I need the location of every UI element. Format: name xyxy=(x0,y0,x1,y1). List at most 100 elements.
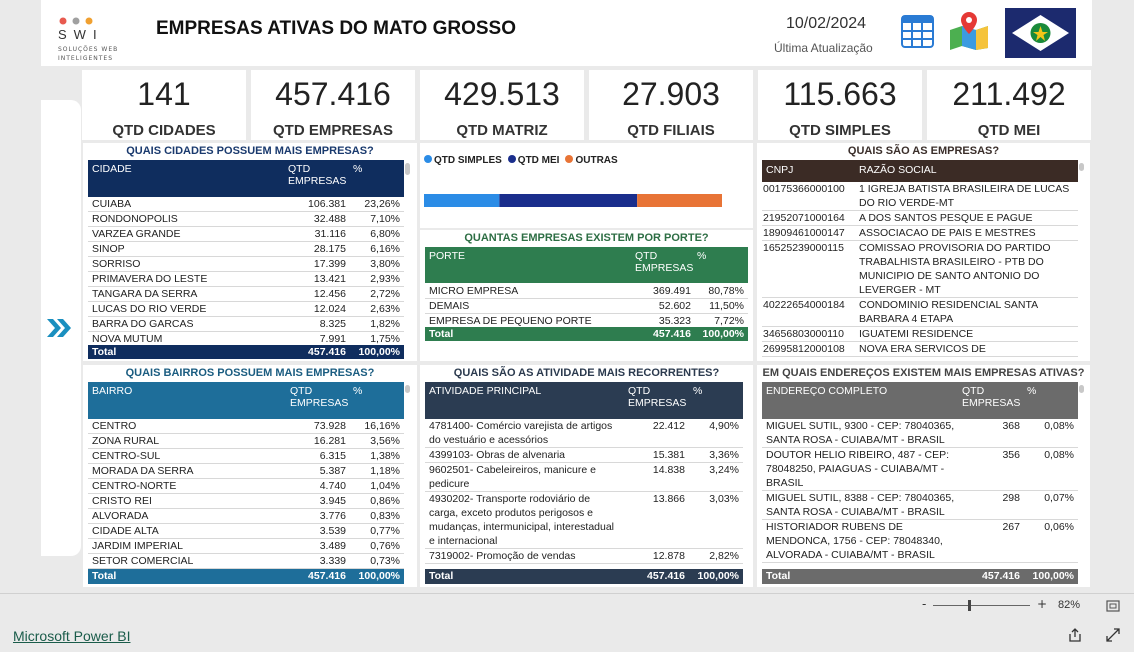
col-header-porte[interactable]: PORTE xyxy=(429,250,465,262)
cell-label: EMPRESA DE PEQUENO PORTE xyxy=(429,315,592,327)
cell-qtd: 3.539 xyxy=(319,525,346,537)
table-row[interactable]: 00175366000100 1 IGREJA BATISTA BRASILEIR… xyxy=(762,182,1078,211)
col-header-percent[interactable]: % xyxy=(1027,385,1036,397)
bar-segment-outras[interactable] xyxy=(637,194,722,207)
table-row[interactable]: SINOP 28.175 6,16% xyxy=(88,242,404,257)
table-row[interactable]: 18909461000147 ASSOCIACAO DE PAIS E MESTR… xyxy=(762,226,1078,241)
cell-label: MIGUEL SUTIL, 9300 - CEP: 78040365, SANT… xyxy=(766,420,955,446)
scrollbar[interactable] xyxy=(405,163,410,175)
legend-dot-icon xyxy=(565,155,574,163)
kpi-card-empresas: 457.416 QTD EMPRESAS xyxy=(251,70,415,140)
table-row[interactable]: LUCAS DO RIO VERDE 12.024 2,63% xyxy=(88,302,404,317)
cidades-table[interactable]: CIDADE QTD EMPRESAS % CUIABA 106.381 23,26… xyxy=(88,160,404,360)
bar-segment-simples[interactable] xyxy=(424,194,500,207)
col-header-atividade[interactable]: ATIVIDADE PRINCIPAL xyxy=(429,385,541,397)
panel-title: QUAIS SÃO AS ATIVIDADE MAIS RECORRENTES? xyxy=(453,367,720,379)
col-header-qtd[interactable]: QTD EMPRESAS xyxy=(962,385,1020,409)
atividades-table[interactable]: ATIVIDADE PRINCIPAL QTD EMPRESAS % 47814… xyxy=(425,382,743,585)
table-icon[interactable] xyxy=(901,15,934,52)
col-header-cnpj[interactable]: CNPJ xyxy=(766,164,793,176)
table-row[interactable]: CRISTO REI 3.945 0,86% xyxy=(88,494,404,509)
table-row[interactable]: 40222654000184 CONDOMINIO RESIDENCIAL SAN… xyxy=(762,298,1078,327)
total-qtd: 457.416 xyxy=(308,346,346,358)
logo-subtitle-2: INTELIGENTES xyxy=(58,55,114,62)
fit-to-page-icon[interactable] xyxy=(1106,600,1120,612)
table-row[interactable]: CUIABA 106.381 23,26% xyxy=(88,197,404,212)
map-icon[interactable] xyxy=(948,10,990,54)
total-qtd: 457.416 xyxy=(647,570,685,582)
table-row[interactable]: RONDONOPOLIS 32.488 7,10% xyxy=(88,212,404,227)
table-row[interactable]: TANGARA DA SERRA 12.456 2,72% xyxy=(88,287,404,302)
zoom-slider-thumb[interactable] xyxy=(968,600,971,611)
zoom-in-button[interactable]: + xyxy=(1037,597,1047,611)
col-header-cidade[interactable]: CIDADE xyxy=(92,163,132,175)
bar-segment-mei[interactable] xyxy=(499,194,638,207)
table-row[interactable]: 21952071000164 A DOS SANTOS PESQUE E PAGU… xyxy=(762,211,1078,226)
table-row[interactable]: CENTRO 73.928 16,16% xyxy=(88,419,404,434)
table-row[interactable]: CIDADE ALTA 3.539 0,77% xyxy=(88,524,404,539)
scrollbar[interactable] xyxy=(405,385,410,393)
table-row[interactable]: 9602501- Cabeleireiros, manicure e pedic… xyxy=(425,463,743,492)
col-header-endereco[interactable]: ENDEREÇO COMPLETO xyxy=(766,385,887,397)
scrollbar[interactable] xyxy=(1079,163,1084,171)
col-header-qtd[interactable]: QTD EMPRESAS xyxy=(635,250,695,274)
table-row[interactable]: VARZEA GRANDE 31.116 6,80% xyxy=(88,227,404,242)
cell-label: 4399103- Obras de alvenaria xyxy=(429,449,566,461)
powerbi-link[interactable]: Microsoft Power BI xyxy=(13,628,130,644)
col-header-qtd[interactable]: QTD EMPRESAS xyxy=(288,163,346,187)
col-header-percent[interactable]: % xyxy=(693,385,702,397)
table-row[interactable]: EMPRESA DE PEQUENO PORTE 35.323 7,72% xyxy=(425,314,748,328)
table-row[interactable]: MIGUEL SUTIL, 9300 - CEP: 78040365, SANT… xyxy=(762,419,1078,448)
share-icon[interactable] xyxy=(1068,628,1082,642)
table-row[interactable]: 26995812000108 NOVA ERA SERVICOS DE TERRA… xyxy=(762,342,1078,357)
col-header-qtd[interactable]: QTD EMPRESAS xyxy=(628,385,686,409)
empresas-table[interactable]: CNPJ RAZÃO SOCIAL 00175366000100 1 IGREJA… xyxy=(762,160,1078,360)
cell-label: VARZEA GRANDE xyxy=(92,228,181,240)
mato-grosso-flag xyxy=(1005,8,1076,62)
table-row[interactable]: PRIMAVERA DO LESTE 13.421 2,93% xyxy=(88,272,404,287)
table-row[interactable]: MICRO EMPRESA 369.491 80,78% xyxy=(425,284,748,299)
cell-percent: 7,10% xyxy=(370,213,400,225)
cell-razao-social: CONDOMINIO RESIDENCIAL SANTA BARBARA 4 E… xyxy=(859,299,1038,325)
scrollbar[interactable] xyxy=(1079,385,1084,393)
col-header-percent[interactable]: % xyxy=(697,250,706,262)
table-row[interactable]: CENTRO-SUL 6.315 1,38% xyxy=(88,449,404,464)
col-header-percent[interactable]: % xyxy=(353,385,362,397)
table-row[interactable]: BARRA DO GARCAS 8.325 1,82% xyxy=(88,317,404,332)
porte-table[interactable]: PORTE QTD EMPRESAS % MICRO EMPRESA 369.49… xyxy=(425,247,748,359)
zoom-slider[interactable] xyxy=(933,600,1030,611)
col-header-bairro[interactable]: BAIRRO xyxy=(92,385,132,397)
col-header-razao[interactable]: RAZÃO SOCIAL xyxy=(859,164,937,176)
table-row[interactable]: 4930202- Transporte rodoviário de carga,… xyxy=(425,492,743,549)
table-row[interactable]: MIGUEL SUTIL, 8388 - CEP: 78040365, SANT… xyxy=(762,491,1078,520)
table-row[interactable]: JARDIM IMPERIAL 3.489 0,76% xyxy=(88,539,404,554)
header-bar: SWI SOLUÇÕES WEB INTELIGENTES EMPRESAS A… xyxy=(41,0,1092,66)
bairros-table[interactable]: BAIRRO QTD EMPRESAS % CENTRO 73.928 16,16%… xyxy=(88,382,404,585)
cell-razao-social: NOVA ERA SERVICOS DE TERRAPLANAGEM xyxy=(859,343,986,355)
col-header-percent[interactable]: % xyxy=(353,163,362,175)
col-header-qtd[interactable]: QTD EMPRESAS xyxy=(290,385,348,409)
enderecos-table[interactable]: ENDEREÇO COMPLETO QTD EMPRESAS % MIGUEL … xyxy=(762,382,1078,585)
table-row[interactable]: CENTRO-NORTE 4.740 1,04% xyxy=(88,479,404,494)
table-row[interactable]: HISTORIADOR RUBENS DE MENDONCA, 1756 - C… xyxy=(762,520,1078,563)
table-row[interactable]: 34656803000110 IGUATEMI RESIDENCE xyxy=(762,327,1078,342)
cell-label: MORADA DA SERRA xyxy=(92,465,194,477)
table-row[interactable]: 4781400- Comércio varejista de artigos d… xyxy=(425,419,743,448)
table-row[interactable]: SETOR COMERCIAL 3.339 0,73% xyxy=(88,554,404,569)
cell-label: MICRO EMPRESA xyxy=(429,285,519,297)
table-row[interactable]: MORADA DA SERRA 5.387 1,18% xyxy=(88,464,404,479)
table-row[interactable]: ZONA RURAL 16.281 3,56% xyxy=(88,434,404,449)
table-row[interactable]: 16525239000115 COMISSAO PROVISORIA DO PAR… xyxy=(762,241,1078,298)
table-row[interactable]: 4399103- Obras de alvenaria 15.381 3,36% xyxy=(425,448,743,463)
table-row[interactable]: DEMAIS 52.602 11,50% xyxy=(425,299,748,314)
table-row[interactable]: SORRISO 17.399 3,80% xyxy=(88,257,404,272)
table-row[interactable]: ALVORADA 3.776 0,83% xyxy=(88,509,404,524)
kpi-label: QTD FILIAIS xyxy=(627,122,715,139)
filter-pane-toggle[interactable] xyxy=(41,100,81,556)
table-header: ENDEREÇO COMPLETO QTD EMPRESAS % xyxy=(762,382,1078,419)
cell-percent: 0,07% xyxy=(1044,492,1074,504)
fullscreen-icon[interactable] xyxy=(1106,628,1120,642)
table-row[interactable]: 7319002- Promoção de vendas 12.878 2,82% xyxy=(425,549,743,564)
table-row[interactable]: DOUTOR HELIO RIBEIRO, 487 - CEP: 7804825… xyxy=(762,448,1078,491)
zoom-out-button[interactable]: - xyxy=(922,597,926,611)
